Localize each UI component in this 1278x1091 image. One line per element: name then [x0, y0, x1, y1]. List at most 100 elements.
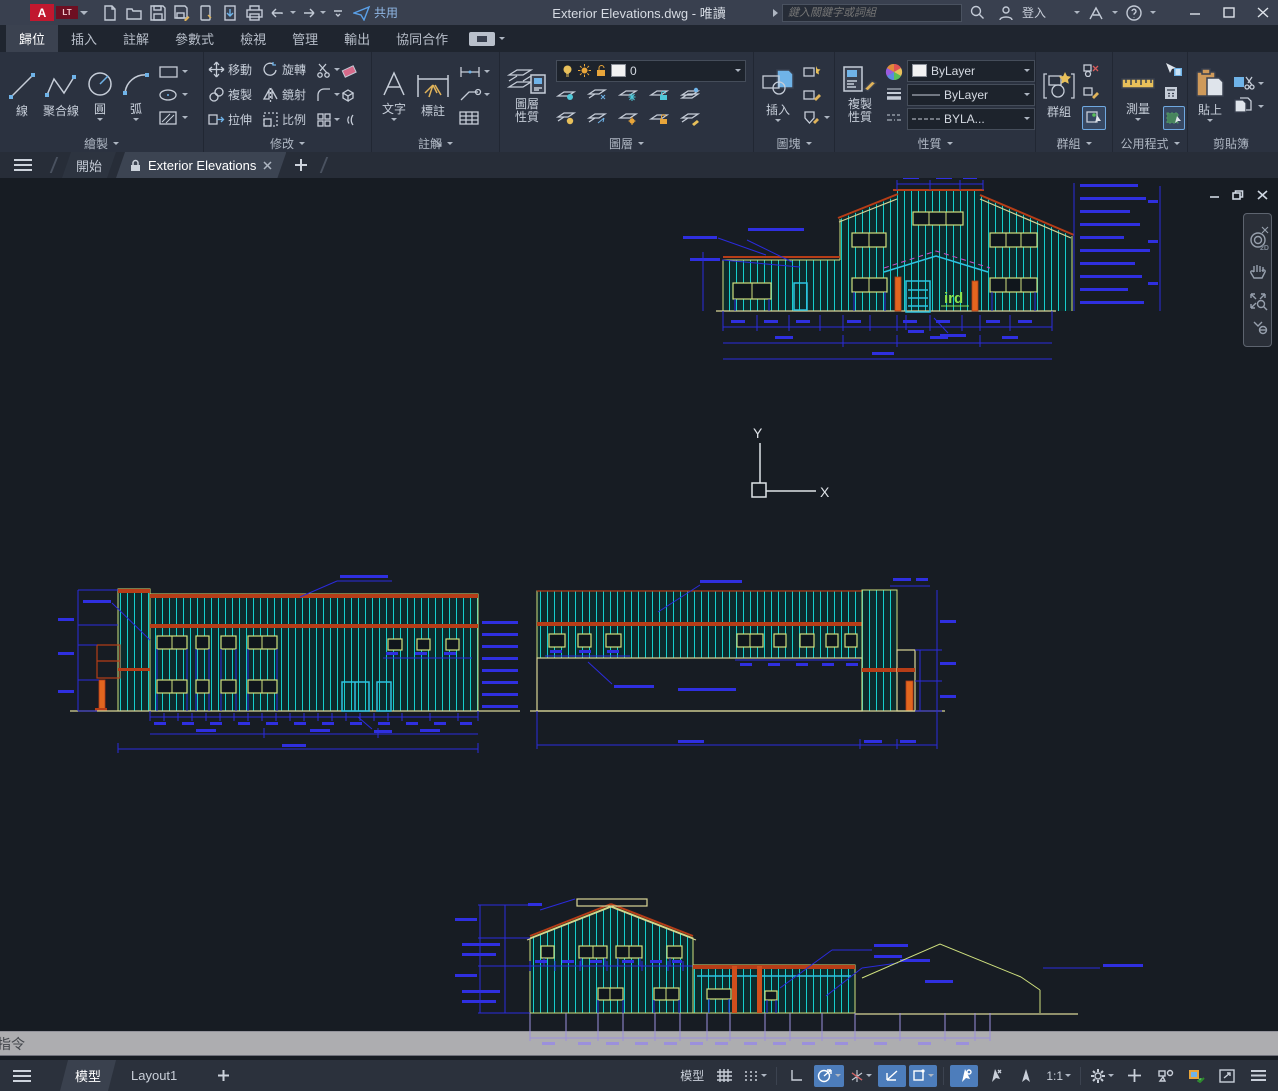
qat-customize-icon[interactable]	[326, 2, 350, 24]
tab-home[interactable]: 歸位	[6, 25, 58, 52]
annotation-scale-icon[interactable]	[1012, 1065, 1040, 1087]
group-edit-button[interactable]	[1082, 83, 1106, 103]
quick-select-button[interactable]	[1163, 60, 1185, 80]
navbar-settings-icon[interactable]	[1258, 315, 1268, 345]
panel-label-clipboard[interactable]: 剪貼簿	[1188, 134, 1274, 152]
open-file-button[interactable]	[122, 2, 146, 24]
help-icon[interactable]	[1122, 2, 1146, 24]
panel-label-draw[interactable]: 繪製	[0, 134, 203, 152]
clean-screen-button[interactable]	[1213, 1065, 1241, 1087]
polar-tracking-button[interactable]	[814, 1065, 844, 1087]
minimize-button[interactable]	[1180, 1, 1210, 24]
group-button[interactable]: 群組	[1040, 70, 1078, 120]
panel-label-groups[interactable]: 群組	[1036, 134, 1112, 152]
hatch-button[interactable]	[158, 108, 188, 128]
match-properties-button[interactable]: 複製性質	[839, 65, 881, 124]
customization-menu-icon[interactable]	[1244, 1065, 1272, 1087]
isometric-drafting-button[interactable]	[847, 1065, 875, 1087]
layer-lock-icon[interactable]	[649, 87, 671, 102]
layer-match-icon[interactable]	[587, 111, 609, 126]
polyline-button[interactable]: 聚合線	[40, 71, 82, 119]
redo-button[interactable]	[296, 2, 320, 24]
plot-button[interactable]	[194, 2, 218, 24]
linetype-select[interactable]: BYLA...	[907, 108, 1035, 130]
annotation-monitor-button[interactable]	[1120, 1065, 1148, 1087]
layer-unlock-icon[interactable]	[649, 111, 671, 126]
leader-button[interactable]	[458, 85, 490, 105]
move-button[interactable]	[208, 61, 228, 78]
user-icon[interactable]	[994, 2, 1018, 24]
lineweight-icon[interactable]	[885, 85, 903, 105]
line-button[interactable]: 線	[4, 71, 40, 119]
ellipse-button[interactable]	[158, 85, 188, 105]
fillet-button[interactable]	[316, 87, 340, 103]
edit-block-button[interactable]	[802, 85, 830, 105]
ungroup-button[interactable]	[1082, 60, 1106, 80]
trim-button[interactable]	[316, 62, 340, 78]
dwg-minimize-button[interactable]	[1206, 188, 1222, 202]
dwg-restore-button[interactable]	[1230, 188, 1246, 202]
tab-view[interactable]: 檢視	[227, 25, 279, 52]
circle-button[interactable]: 圓	[82, 69, 118, 121]
tab-collaborate[interactable]: 協同合作	[383, 25, 461, 52]
model-space-button[interactable]: 模型	[677, 1065, 707, 1087]
autoscale-button[interactable]	[981, 1065, 1009, 1087]
arc-dropdown-icon[interactable]	[133, 118, 139, 121]
panel-label-modify[interactable]: 修改	[204, 134, 371, 152]
close-button[interactable]	[1248, 1, 1278, 24]
lineweight-select[interactable]: ByLayer	[907, 84, 1035, 106]
graphics-performance-button[interactable]	[1182, 1065, 1210, 1087]
object-snap-tracking-button[interactable]	[878, 1065, 906, 1087]
quick-calc-button[interactable]	[1163, 83, 1185, 103]
arc-button[interactable]: 弧	[118, 69, 154, 121]
search-input[interactable]	[782, 4, 962, 22]
tab-manage[interactable]: 管理	[279, 25, 331, 52]
annotation-visibility-button[interactable]	[950, 1065, 978, 1087]
panel-label-block[interactable]: 圖塊	[754, 134, 834, 152]
color-wheel-icon[interactable]	[885, 62, 903, 82]
layer-freeze-icon[interactable]	[618, 87, 640, 102]
stretch-button[interactable]	[208, 111, 228, 128]
annotation-scale-value[interactable]: 1:1	[1043, 1065, 1074, 1087]
app-dropdown-icon[interactable]	[1112, 11, 1118, 14]
new-drawing-tab-button[interactable]	[286, 152, 316, 178]
object-snap-button[interactable]	[909, 1065, 937, 1087]
chevron-down-icon[interactable]	[80, 11, 88, 15]
app-menu-button[interactable]: A LT	[30, 4, 88, 21]
copy-clip-button[interactable]	[1232, 96, 1264, 116]
offset-button[interactable]	[340, 112, 362, 128]
rectangle-button[interactable]	[158, 62, 188, 82]
measure-button[interactable]: 測量	[1117, 69, 1159, 121]
help-dropdown-icon[interactable]	[1150, 11, 1156, 14]
zoom-extents-icon[interactable]	[1248, 286, 1268, 316]
edit-attributes-button[interactable]	[802, 108, 830, 128]
file-tabs-menu-icon[interactable]	[0, 152, 46, 178]
mirror-button[interactable]	[262, 86, 282, 103]
signin-dropdown-icon[interactable]	[1074, 11, 1080, 14]
array-button[interactable]	[316, 112, 340, 128]
layer-dropdown-icon[interactable]	[735, 69, 741, 72]
dimension-button[interactable]: 標註	[412, 71, 454, 119]
layer-make-current-icon[interactable]	[680, 87, 702, 102]
maximize-button[interactable]	[1214, 1, 1244, 24]
layout1-tab[interactable]: Layout1	[116, 1060, 192, 1091]
autodesk-app-icon[interactable]	[1084, 2, 1108, 24]
dwg-close-button[interactable]	[1254, 188, 1270, 202]
isolate-objects-button[interactable]	[1151, 1065, 1179, 1087]
layer-properties-button[interactable]: 圖層性質	[504, 65, 550, 124]
erase-button[interactable]	[340, 62, 362, 78]
pan-icon[interactable]	[1248, 256, 1268, 286]
layer-off-icon[interactable]	[556, 87, 578, 102]
share-label[interactable]: 共用	[374, 4, 398, 21]
tab-document[interactable]: Exterior Elevations	[116, 152, 286, 178]
copy-button[interactable]	[208, 86, 228, 103]
workspace-gear-button[interactable]	[1087, 1065, 1117, 1087]
command-line[interactable]: 指令	[0, 1031, 1278, 1056]
layer-select[interactable]: 0	[556, 60, 746, 82]
search-icon[interactable]	[966, 2, 990, 24]
close-tab-icon[interactable]	[263, 161, 272, 170]
insert-block-button[interactable]: 插入	[758, 68, 798, 122]
sign-in-label[interactable]: 登入	[1022, 4, 1046, 21]
cut-button[interactable]	[1232, 73, 1264, 93]
properties-expander-icon[interactable]	[433, 138, 443, 148]
